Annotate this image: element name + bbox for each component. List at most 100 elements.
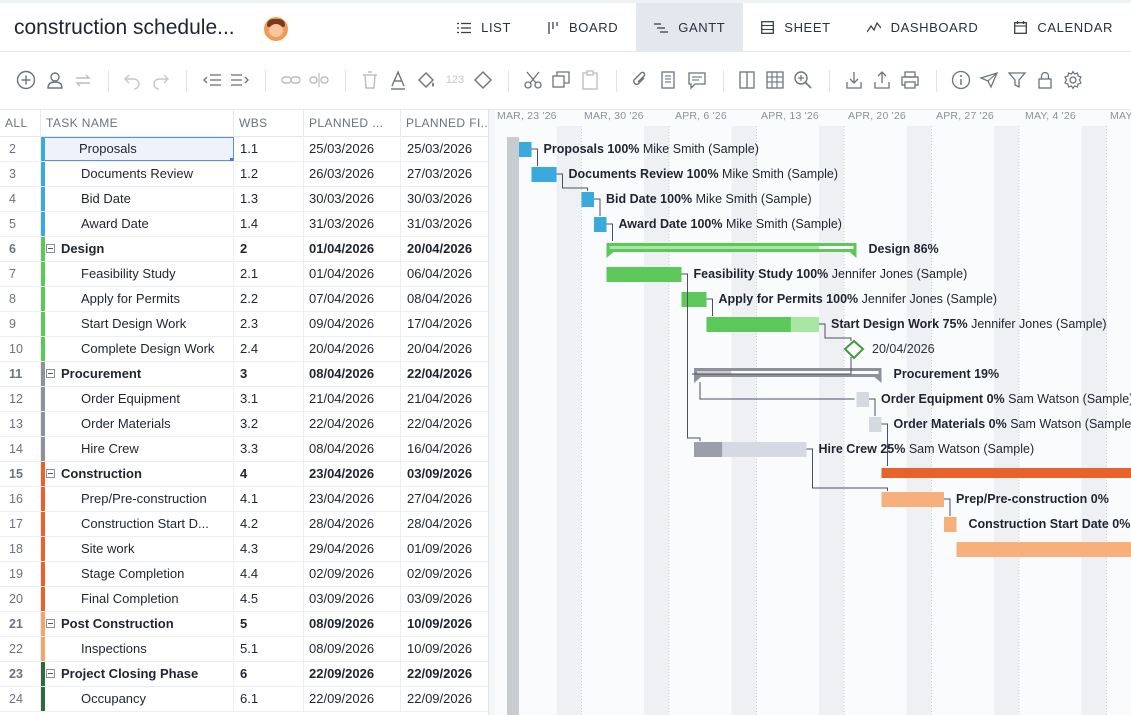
task-row[interactable]: 4 Bid Date 1.3 30/03/2026 30/03/2026 <box>0 187 488 212</box>
wbs-cell[interactable]: 2.1 <box>234 262 304 286</box>
task-name-cell[interactable]: Construction Start D... <box>41 512 234 536</box>
summary-bar-solid[interactable] <box>881 468 1131 478</box>
task-row[interactable]: 22 Inspections 5.1 08/09/2026 10/09/2026 <box>0 637 488 662</box>
planned-finish-cell[interactable]: 31/03/2026 <box>401 212 488 236</box>
task-name-cell[interactable]: Order Equipment <box>41 387 234 411</box>
outdent-icon[interactable] <box>201 69 223 91</box>
task-name-cell[interactable]: Apply for Permits <box>41 287 234 311</box>
summary-cap-right[interactable] <box>849 252 857 258</box>
summary-cap-left[interactable] <box>606 252 614 258</box>
task-progress[interactable] <box>531 167 557 182</box>
wbs-cell[interactable]: 4 <box>234 462 304 486</box>
unlink-icon[interactable] <box>308 69 330 91</box>
tab-list[interactable]: LIST <box>439 3 529 52</box>
add-task-icon[interactable] <box>15 69 37 91</box>
planned-finish-cell[interactable]: 22/09/2026 <box>401 687 488 711</box>
task-name-cell[interactable]: Feasibility Study <box>41 262 234 286</box>
filter-icon[interactable] <box>1006 69 1028 91</box>
fill-color-icon[interactable] <box>415 69 437 91</box>
link-icon[interactable] <box>280 69 302 91</box>
planned-start-cell[interactable]: 31/03/2026 <box>304 212 401 236</box>
planned-finish-cell[interactable]: 20/04/2026 <box>401 337 488 361</box>
settings-icon[interactable] <box>1062 69 1084 91</box>
planned-finish-cell[interactable]: 22/04/2026 <box>401 362 488 386</box>
task-row[interactable]: 5 Award Date 1.4 31/03/2026 31/03/2026 <box>0 212 488 237</box>
weekend-column[interactable] <box>731 126 757 715</box>
planned-start-cell[interactable]: 01/04/2026 <box>304 237 401 261</box>
planned-start-cell[interactable]: 22/09/2026 <box>304 687 401 711</box>
wbs-cell[interactable]: 1.4 <box>234 212 304 236</box>
task-row[interactable]: 7 Feasibility Study 2.1 01/04/2026 06/04/202… <box>0 262 488 287</box>
planned-finish-cell[interactable]: 03/09/2026 <box>401 587 488 611</box>
planned-start-cell[interactable]: 29/04/2026 <box>304 537 401 561</box>
task-progress[interactable] <box>681 292 707 307</box>
project-start-marker[interactable] <box>507 137 519 715</box>
grid-icon[interactable] <box>764 69 786 91</box>
task-group-row[interactable]: 11 Procurement 3 08/04/2026 22/04/2026 <box>0 362 488 387</box>
task-row[interactable]: 17 Construction Start D... 4.2 28/04/2026 28… <box>0 512 488 537</box>
task-row[interactable]: 2 Proposals 1.1 25/03/2026 25/03/2026 <box>0 137 488 162</box>
wbs-cell[interactable]: 3.2 <box>234 412 304 436</box>
task-row[interactable]: 12 Order Equipment 3.1 21/04/2026 21/04/2026 <box>0 387 488 412</box>
notes-icon[interactable] <box>657 69 679 91</box>
task-group-row[interactable]: 15 Construction 4 23/04/2026 03/09/2026 <box>0 462 488 487</box>
planned-start-cell[interactable]: 25/03/2026 <box>304 137 401 161</box>
weekend-column[interactable] <box>819 126 844 715</box>
task-progress[interactable] <box>706 317 791 332</box>
redo-icon[interactable] <box>150 69 172 91</box>
print-icon[interactable] <box>899 69 921 91</box>
paste-icon[interactable] <box>579 69 601 91</box>
task-bar[interactable] <box>869 417 882 432</box>
task-group-row[interactable]: 21 Post Construction 5 08/09/2026 10/09/2026 <box>0 612 488 637</box>
planned-finish-cell[interactable]: 22/04/2026 <box>401 412 488 436</box>
task-name-cell[interactable]: Order Materials <box>41 412 234 436</box>
wbs-cell[interactable]: 3 <box>234 362 304 386</box>
planned-finish-cell[interactable]: 10/09/2026 <box>401 637 488 661</box>
planned-start-cell[interactable]: 08/09/2026 <box>304 612 401 636</box>
comment-icon[interactable] <box>686 69 708 91</box>
tab-gantt[interactable]: GANTT <box>636 3 744 52</box>
task-name-cell[interactable]: Design <box>41 237 234 261</box>
cut-icon[interactable] <box>522 69 544 91</box>
task-bar[interactable] <box>956 542 1131 557</box>
task-bar[interactable] <box>856 392 870 407</box>
planned-finish-cell[interactable]: 08/04/2026 <box>401 287 488 311</box>
task-name-cell[interactable]: Proposals <box>41 137 234 161</box>
indent-icon[interactable] <box>229 69 251 91</box>
wbs-cell[interactable]: 1.1 <box>234 137 304 161</box>
assign-user-icon[interactable] <box>44 69 66 91</box>
planned-start-cell[interactable]: 03/09/2026 <box>304 587 401 611</box>
task-row[interactable]: 14 Hire Crew 3.3 08/04/2026 16/04/2026 <box>0 437 488 462</box>
planned-start-cell[interactable]: 23/04/2026 <box>304 462 401 486</box>
header-planned-start[interactable]: PLANNED ... <box>304 110 401 137</box>
wbs-cell[interactable]: 2.4 <box>234 337 304 361</box>
task-name-cell[interactable]: Inspections <box>41 637 234 661</box>
weekend-column[interactable] <box>644 126 669 715</box>
send-icon[interactable] <box>978 69 1000 91</box>
task-progress[interactable] <box>581 192 595 207</box>
wbs-cell[interactable]: 2 <box>234 237 304 261</box>
planned-start-cell[interactable]: 30/03/2026 <box>304 187 401 211</box>
planned-start-cell[interactable]: 22/09/2026 <box>304 662 401 686</box>
wbs-cell[interactable]: 6.1 <box>234 687 304 711</box>
planned-finish-cell[interactable]: 22/09/2026 <box>401 662 488 686</box>
task-row[interactable]: 18 Site work 4.3 29/04/2026 01/09/2026 <box>0 537 488 562</box>
planned-start-cell[interactable]: 09/04/2026 <box>304 312 401 336</box>
wbs-cell[interactable]: 4.2 <box>234 512 304 536</box>
wbs-cell[interactable]: 1.3 <box>234 187 304 211</box>
planned-finish-cell[interactable]: 21/04/2026 <box>401 387 488 411</box>
columns-icon[interactable] <box>736 69 758 91</box>
milestone-icon[interactable] <box>472 69 494 91</box>
summary-cap-right[interactable] <box>874 377 882 383</box>
task-name-cell[interactable]: Documents Review <box>41 162 234 186</box>
header-task-name[interactable]: TASK NAME <box>41 110 234 137</box>
planned-start-cell[interactable]: 23/04/2026 <box>304 487 401 511</box>
task-name-cell[interactable]: Award Date <box>41 212 234 236</box>
task-group-row[interactable]: 23 Project Closing Phase 6 22/09/2026 22/09/… <box>0 662 488 687</box>
wbs-cell[interactable]: 4.3 <box>234 537 304 561</box>
task-row[interactable]: 3 Documents Review 1.2 26/03/2026 27/03/2026 <box>0 162 488 187</box>
tab-sheet[interactable]: SHEET <box>743 3 848 52</box>
wbs-cell[interactable]: 4.5 <box>234 587 304 611</box>
task-name-cell[interactable]: Bid Date <box>41 187 234 211</box>
task-name-cell[interactable]: Complete Design Work <box>41 337 234 361</box>
